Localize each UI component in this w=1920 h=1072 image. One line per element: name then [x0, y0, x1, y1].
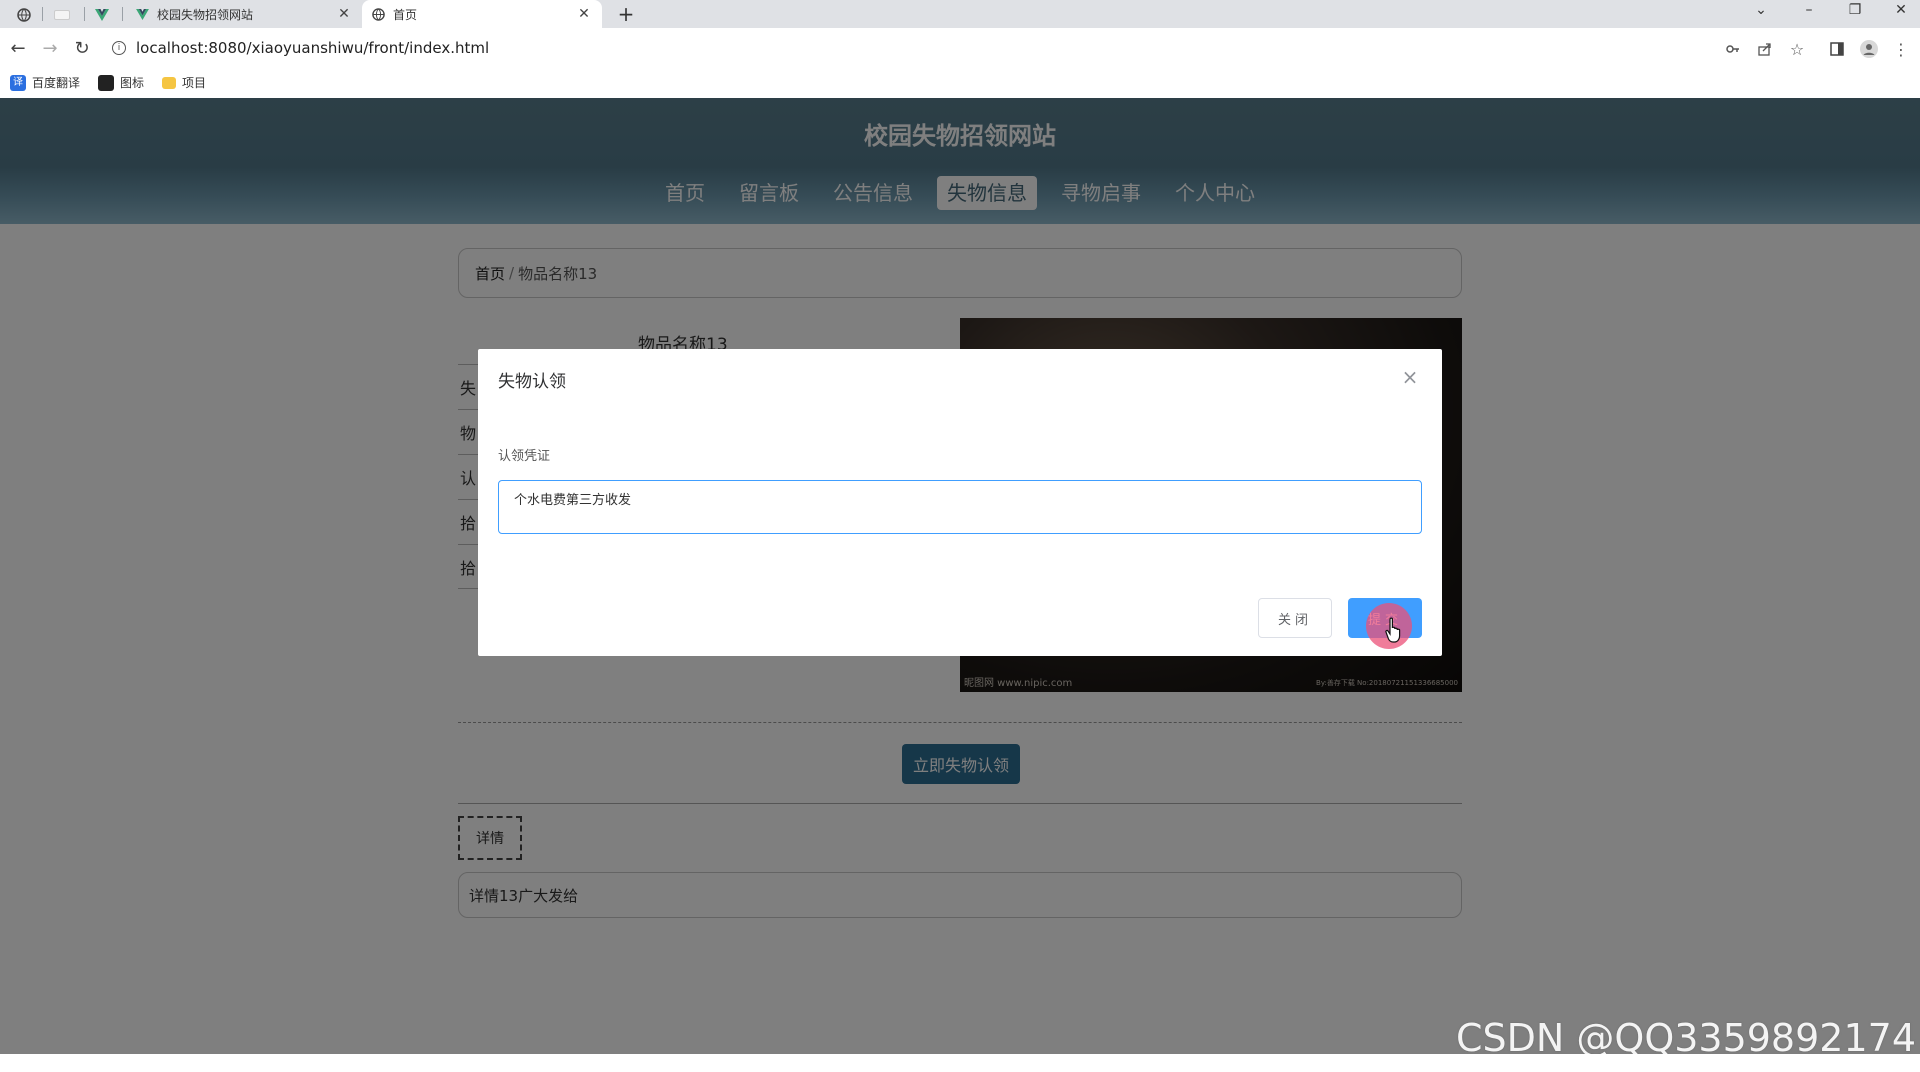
translate-icon: 译 [10, 74, 26, 91]
bookmark-icons[interactable]: 图标 [98, 74, 144, 91]
web-page: 校园失物招领网站 首页 留言板 公告信息 失物信息 寻物启事 个人中心 首页 /… [0, 98, 1920, 1054]
close-button[interactable]: 关闭 [1258, 598, 1332, 638]
tab-title: 首页 [393, 7, 418, 22]
close-icon[interactable]: ✕ [336, 6, 352, 22]
bookmarks-bar: 译 百度翻译 图标 项目 [0, 68, 1920, 98]
claim-proof-label: 认领凭证 [498, 449, 551, 464]
share-icon[interactable] [1756, 40, 1774, 58]
vue-icon[interactable] [88, 4, 116, 26]
key-icon[interactable] [1724, 40, 1742, 58]
more-menu-icon[interactable]: ⋮ [1892, 40, 1910, 59]
dialog-title: 失物认领 [498, 372, 566, 392]
restore-icon[interactable]: ❐ [1840, 2, 1870, 18]
folder-icon [162, 76, 176, 89]
blank-tab-icon[interactable] [48, 4, 76, 26]
bookmark-label: 图标 [120, 76, 145, 90]
claim-proof-input[interactable] [498, 480, 1422, 534]
tab-campus-site[interactable]: 校园失物招领网站 ✕ [126, 0, 362, 28]
tab-home[interactable]: 首页 ✕ [362, 0, 602, 28]
hand-cursor-icon [1385, 617, 1401, 643]
close-icon[interactable]: × [1400, 365, 1420, 389]
globe-icon[interactable] [10, 4, 38, 26]
info-icon[interactable]: i [112, 41, 126, 55]
reload-icon[interactable]: ↻ [70, 36, 94, 60]
new-tab-plus-icon[interactable]: + [614, 2, 638, 26]
image-icon [98, 74, 114, 91]
globe-icon [372, 7, 385, 21]
close-icon[interactable]: ✕ [576, 6, 592, 22]
bookmark-baidu-translate[interactable]: 译 百度翻译 [10, 74, 80, 91]
chevron-down-icon[interactable]: ⌄ [1746, 2, 1776, 18]
star-icon[interactable]: ☆ [1788, 40, 1806, 59]
tab-separator [84, 7, 85, 21]
bookmark-project[interactable]: 项目 [162, 74, 206, 91]
sidebar-icon[interactable] [1828, 40, 1846, 58]
bottom-strip [0, 1054, 1920, 1072]
profile-icon[interactable] [1860, 40, 1878, 58]
url-text: localhost:8080/xiaoyuanshiwu/front/index… [136, 39, 490, 57]
browser-toolbar: ← → ↻ i localhost:8080/xiaoyuanshiwu/fro… [0, 28, 1920, 68]
claim-dialog: 失物认领 × 认领凭证 关闭 提交 [478, 349, 1442, 656]
bookmark-label: 项目 [182, 76, 207, 90]
address-bar[interactable]: i localhost:8080/xiaoyuanshiwu/front/ind… [112, 36, 489, 60]
forward-arrow-icon[interactable]: → [38, 36, 62, 60]
vue-icon [136, 8, 149, 20]
minimize-icon[interactable]: – [1794, 2, 1824, 18]
back-arrow-icon[interactable]: ← [6, 36, 30, 60]
browser-tab-strip: 校园失物招领网站 ✕ 首页 ✕ + ⌄ – ❐ ✕ [0, 0, 1920, 28]
tab-separator [122, 7, 123, 21]
tab-title: 校园失物招领网站 [157, 7, 254, 22]
bookmark-label: 百度翻译 [32, 76, 81, 90]
window-close-icon[interactable]: ✕ [1886, 2, 1916, 18]
tab-separator [42, 7, 43, 21]
